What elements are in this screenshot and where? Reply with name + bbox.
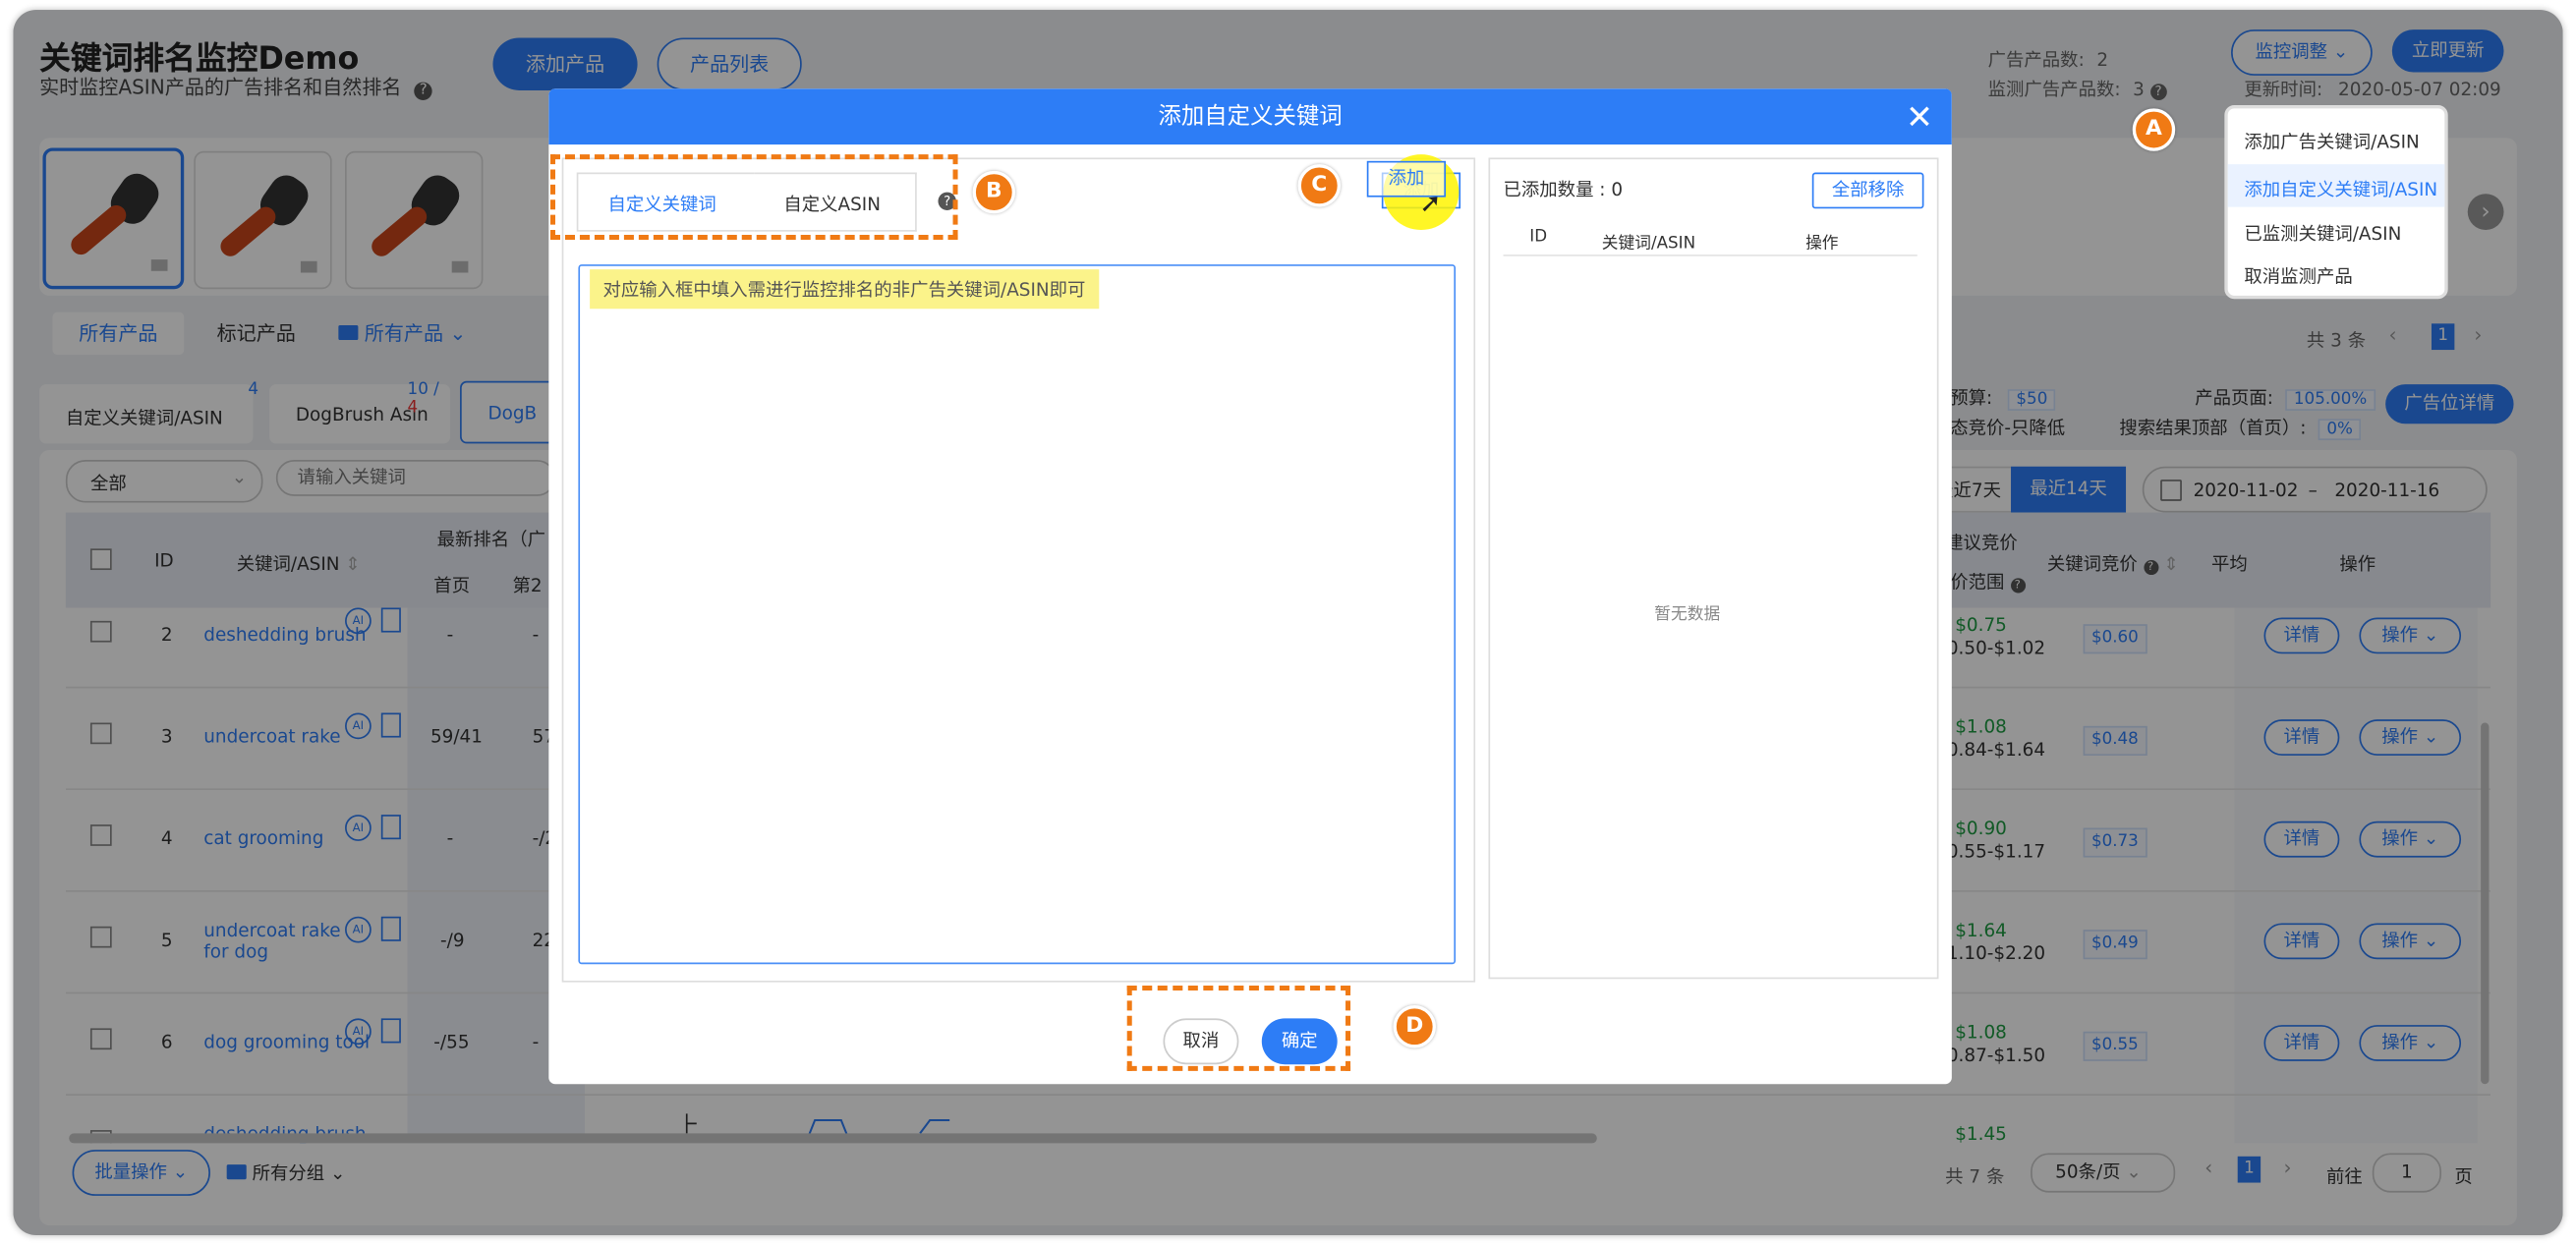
annotation-box-d — [1126, 985, 1351, 1071]
dropdown-item-add-custom-keyword[interactable]: 添加自定义关键词/ASIN — [2227, 164, 2445, 207]
remove-all-button[interactable]: 全部移除 — [1811, 172, 1924, 209]
dropdown-item-cancel-monitor[interactable]: 取消监测产品 — [2244, 262, 2352, 289]
added-count: 已添加数量 : 0 — [1503, 179, 1624, 200]
dropdown-item-label: 添加自定义关键词/ASIN — [2244, 179, 2438, 200]
keyword-textarea-hint: 对应输入框中填入需进行监控排名的非广告关键词/ASIN即可 — [590, 269, 1099, 310]
marker-a: A — [2132, 108, 2176, 151]
column-divider — [1503, 255, 1918, 256]
app-window: 关键词排名监控Demo 实时监控ASIN产品的广告排名和自然排名 ? 添加产品 … — [13, 10, 2563, 1236]
pointer-cursor-icon: ➚ — [1419, 187, 1442, 219]
dropdown-item-monitored[interactable]: 已监测关键词/ASIN — [2244, 220, 2401, 247]
close-icon[interactable]: ✕ — [1906, 88, 1933, 144]
marker-b: B — [972, 170, 1016, 214]
modal-header: 添加自定义关键词 ✕ — [548, 88, 1952, 145]
modal-title: 添加自定义关键词 — [1158, 103, 1343, 131]
marker-d: D — [1393, 1005, 1436, 1048]
col-op: 操作 — [1805, 235, 1839, 254]
empty-state: 暂无数据 — [1654, 605, 1721, 625]
monitor-adjust-dropdown: 添加广告关键词/ASIN 添加自定义关键词/ASIN 已监测关键词/ASIN 取… — [2224, 104, 2448, 300]
added-list-panel: 已添加数量 : 0 全部移除 ID 关键词/ASIN 操作 暂无数据 — [1488, 157, 1939, 980]
keyword-textarea[interactable]: 对应输入框中填入需进行监控排名的非广告关键词/ASIN即可 — [578, 264, 1457, 965]
col-id: ID — [1529, 228, 1548, 247]
marker-c: C — [1297, 164, 1342, 207]
input-panel: 自定义关键词 自定义ASIN ? 添加 对应输入框中填入需进行监控排名的非广告关… — [561, 157, 1476, 983]
annotation-box-b — [549, 154, 958, 241]
col-keyword: 关键词/ASIN — [1601, 235, 1696, 254]
dropdown-item-add-ad-keyword[interactable]: 添加广告关键词/ASIN — [2244, 128, 2419, 154]
